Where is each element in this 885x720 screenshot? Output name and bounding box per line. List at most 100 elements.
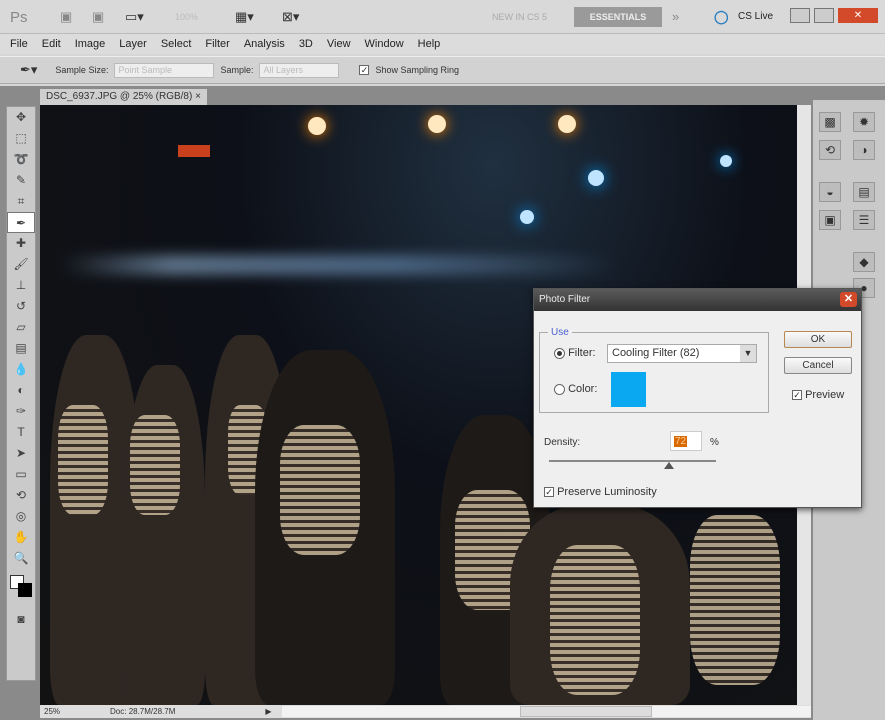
density-input[interactable]: 72	[670, 431, 702, 451]
path-select-tool-icon[interactable]: ➤	[7, 443, 35, 464]
photo-filter-dialog: Photo Filter ✕ Use Filter: Cooling Filte…	[533, 288, 862, 508]
paragraph-panel-icon[interactable]: ☰	[853, 210, 875, 230]
menu-edit[interactable]: Edit	[42, 38, 61, 50]
screen-mode-icon[interactable]: ⊠▾	[282, 9, 299, 25]
dialog-title-bar[interactable]: Photo Filter	[534, 289, 861, 311]
application-bar: Ps ▣ ▣ ▭▾ 100% ▦▾ ⊠▾ NEW IN CS 5 ESSENTI…	[0, 0, 885, 34]
3d-orbit-tool-icon[interactable]: ◎	[7, 506, 35, 527]
menu-layer[interactable]: Layer	[119, 38, 147, 50]
menu-analysis[interactable]: Analysis	[244, 38, 285, 50]
zoom-tool-icon[interactable]: 🔍	[7, 548, 35, 569]
menu-3d[interactable]: 3D	[299, 38, 313, 50]
color-radio[interactable]	[554, 383, 565, 395]
ok-button[interactable]: OK	[784, 331, 852, 348]
menu-bar: File Edit Image Layer Select Filter Anal…	[0, 34, 885, 54]
status-zoom[interactable]: 25%	[44, 707, 60, 716]
color-swatch[interactable]	[611, 372, 646, 407]
lasso-tool-icon[interactable]: ➰	[7, 149, 35, 170]
mini-bridge-icon[interactable]: ▣	[92, 9, 104, 25]
menu-help[interactable]: Help	[418, 38, 441, 50]
eyedropper-tool-icon[interactable]: ✒	[7, 212, 35, 233]
clone-source-panel-icon[interactable]: ▣	[819, 210, 841, 230]
quick-select-tool-icon[interactable]: ✎	[7, 170, 35, 191]
brush-panel-icon[interactable]: ◒	[819, 182, 841, 202]
masks-panel-icon[interactable]: ◑	[853, 140, 875, 160]
history-brush-tool-icon[interactable]: ↺	[7, 296, 35, 317]
color-swatches[interactable]	[7, 569, 35, 609]
status-menu-arrow-icon[interactable]: ▶	[265, 707, 271, 716]
layers-panel-icon[interactable]: ◆	[853, 252, 875, 272]
view-extras-icon[interactable]: ▭▾	[125, 9, 144, 25]
eraser-tool-icon[interactable]: ▱	[7, 317, 35, 338]
filter-select[interactable]: Cooling Filter (82) ▼	[607, 344, 757, 363]
use-group-label: Use	[551, 327, 569, 338]
preserve-luminosity-checkbox[interactable]: ✓	[544, 487, 554, 498]
show-sampling-ring-label: Show Sampling Ring	[375, 65, 460, 75]
show-sampling-ring-checkbox[interactable]: ✓	[359, 65, 370, 75]
menu-window[interactable]: Window	[365, 38, 404, 50]
restore-button[interactable]	[814, 8, 834, 23]
menu-file[interactable]: File	[10, 38, 28, 50]
pen-tool-icon[interactable]: ✑	[7, 401, 35, 422]
history-panel-icon[interactable]: ⟲	[819, 140, 841, 160]
cs-live-label[interactable]: CS Live	[738, 11, 773, 22]
close-window-button[interactable]: ✕	[838, 8, 878, 23]
type-tool-icon[interactable]: T	[7, 422, 35, 443]
filter-radio-row[interactable]: Filter:	[554, 347, 596, 359]
shape-tool-icon[interactable]: ▭	[7, 464, 35, 485]
cs-live-icon[interactable]: ◯	[714, 9, 729, 25]
crop-tool-icon[interactable]: ⌗	[7, 191, 35, 212]
color-radio-row[interactable]: Color:	[554, 383, 597, 395]
density-slider-thumb[interactable]	[664, 462, 675, 469]
dialog-title: Photo Filter	[539, 294, 591, 305]
healing-brush-tool-icon[interactable]: ✚	[7, 233, 35, 254]
preserve-luminosity-row[interactable]: ✓ Preserve Luminosity	[544, 486, 657, 498]
tools-panel: ✥ ⬚ ➰ ✎ ⌗ ✒ ✚ 🖌 ⊥ ↺ ▱ ▤ 💧 ◐ ✑ T ➤ ▭ ⟲ ◎ …	[6, 106, 36, 681]
document-tab-title: DSC_6937.JPG @ 25% (RGB/8)	[46, 91, 193, 102]
workspace-essentials[interactable]: ESSENTIALS	[574, 7, 662, 27]
preview-row[interactable]: ✓ Preview	[792, 389, 844, 401]
status-doc-size[interactable]: Doc: 28.7M/28.7M	[110, 707, 175, 716]
workspace-new-in-cs5[interactable]: NEW IN CS 5	[492, 12, 547, 22]
photoshop-logo: Ps	[10, 9, 28, 26]
more-workspaces-icon[interactable]: »	[672, 9, 679, 24]
menu-filter[interactable]: Filter	[205, 38, 229, 50]
menu-select[interactable]: Select	[161, 38, 192, 50]
preserve-luminosity-label: Preserve Luminosity	[557, 486, 657, 498]
cancel-button[interactable]: Cancel	[784, 357, 852, 374]
minimize-button[interactable]	[790, 8, 810, 23]
horizontal-scrollbar[interactable]	[281, 706, 811, 717]
close-document-icon[interactable]: ×	[195, 91, 201, 102]
horizontal-scroll-thumb[interactable]	[519, 706, 653, 717]
sample-select[interactable]: All Layers	[259, 62, 340, 78]
hand-tool-icon[interactable]: ✋	[7, 527, 35, 548]
status-bar: 25% Doc: 28.7M/28.7M ▶	[40, 705, 811, 718]
dodge-tool-icon[interactable]: ◐	[7, 380, 35, 401]
quick-mask-icon[interactable]: ◙	[7, 609, 35, 630]
chevron-down-icon[interactable]: ▼	[740, 345, 756, 362]
launch-bridge-icon[interactable]: ▣	[60, 9, 72, 25]
blur-tool-icon[interactable]: 💧	[7, 359, 35, 380]
use-group: Use	[539, 327, 769, 413]
move-tool-icon[interactable]: ✥	[7, 107, 35, 128]
sample-label: Sample:	[220, 65, 254, 75]
brush-tool-icon[interactable]: 🖌	[7, 254, 35, 275]
preview-checkbox[interactable]: ✓	[792, 390, 802, 401]
zoom-level-dropdown[interactable]: 100%	[175, 12, 198, 22]
menu-image[interactable]: Image	[75, 38, 106, 50]
histogram-panel-icon[interactable]: ▩	[819, 112, 841, 132]
3d-rotate-tool-icon[interactable]: ⟲	[7, 485, 35, 506]
marquee-tool-icon[interactable]: ⬚	[7, 128, 35, 149]
filter-radio[interactable]	[554, 347, 565, 359]
dialog-close-button[interactable]: ✕	[840, 292, 857, 307]
menu-view[interactable]: View	[327, 38, 351, 50]
document-tab[interactable]: DSC_6937.JPG @ 25% (RGB/8) ×	[40, 89, 207, 105]
sample-size-select[interactable]: Point Sample	[114, 62, 215, 78]
eyedropper-tool-preset-icon[interactable]: ✒▾	[20, 62, 37, 78]
clone-stamp-tool-icon[interactable]: ⊥	[7, 275, 35, 296]
adjustments-panel-icon[interactable]: ✹	[853, 112, 875, 132]
arrange-documents-icon[interactable]: ▦▾	[235, 9, 254, 25]
density-slider[interactable]	[549, 460, 716, 469]
character-panel-icon[interactable]: ▤	[853, 182, 875, 202]
gradient-tool-icon[interactable]: ▤	[7, 338, 35, 359]
